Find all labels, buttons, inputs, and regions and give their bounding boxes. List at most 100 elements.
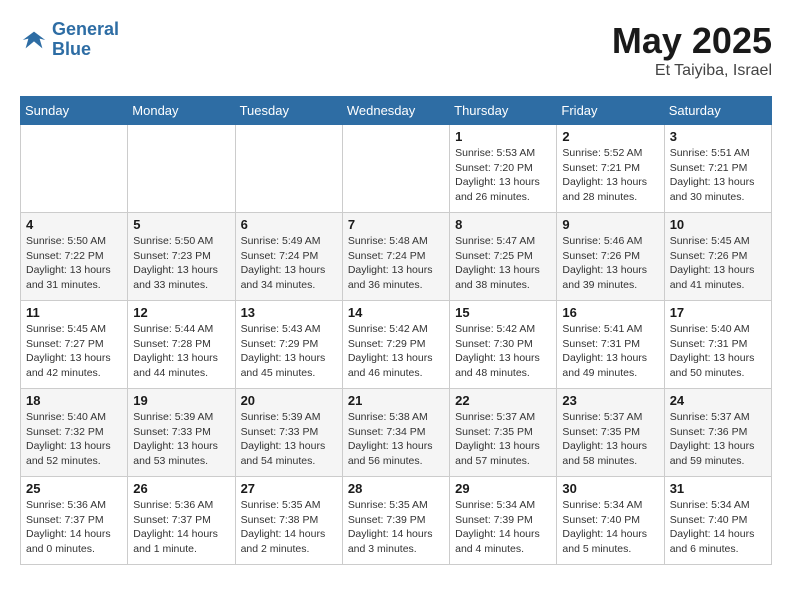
day-info: Sunrise: 5:37 AM Sunset: 7:35 PM Dayligh… xyxy=(455,410,551,469)
logo-text: General Blue xyxy=(52,20,119,60)
day-number: 28 xyxy=(348,481,444,496)
calendar-cell: 5 Sunrise: 5:50 AM Sunset: 7:23 PM Daylig… xyxy=(128,213,235,301)
calendar-cell: 19 Sunrise: 5:39 AM Sunset: 7:33 PM Dayli… xyxy=(128,389,235,477)
calendar-cell: 14 Sunrise: 5:42 AM Sunset: 7:29 PM Dayli… xyxy=(342,301,449,389)
day-info: Sunrise: 5:52 AM Sunset: 7:21 PM Dayligh… xyxy=(562,146,658,205)
day-number: 21 xyxy=(348,393,444,408)
logo-line1: General xyxy=(52,19,119,39)
day-info: Sunrise: 5:49 AM Sunset: 7:24 PM Dayligh… xyxy=(241,234,337,293)
calendar-week-row: 11Sunrise: 5:45 AM Sunset: 7:27 PM Dayli… xyxy=(21,301,772,389)
day-info: Sunrise: 5:34 AM Sunset: 7:40 PM Dayligh… xyxy=(670,498,766,557)
day-number: 27 xyxy=(241,481,337,496)
day-info: Sunrise: 5:42 AM Sunset: 7:29 PM Dayligh… xyxy=(348,322,444,381)
day-info: Sunrise: 5:37 AM Sunset: 7:35 PM Dayligh… xyxy=(562,410,658,469)
calendar-cell: 8Sunrise: 5:47 AM Sunset: 7:25 PM Daylig… xyxy=(450,213,557,301)
calendar-cell xyxy=(128,125,235,213)
calendar-cell: 22 Sunrise: 5:37 AM Sunset: 7:35 PM Dayli… xyxy=(450,389,557,477)
day-number: 19 xyxy=(133,393,229,408)
calendar-week-row: 1 Sunrise: 5:53 AM Sunset: 7:20 PM Daylig… xyxy=(21,125,772,213)
day-number: 16 xyxy=(562,305,658,320)
calendar-cell: 9 Sunrise: 5:46 AM Sunset: 7:26 PM Daylig… xyxy=(557,213,664,301)
title-block: May 2025 Et Taiyiba, Israel xyxy=(612,20,772,80)
calendar-table: SundayMondayTuesdayWednesdayThursdayFrid… xyxy=(20,96,772,565)
calendar-cell: 7 Sunrise: 5:48 AM Sunset: 7:24 PM Daylig… xyxy=(342,213,449,301)
day-number: 25 xyxy=(26,481,122,496)
day-number: 7 xyxy=(348,217,444,232)
day-info: Sunrise: 5:34 AM Sunset: 7:40 PM Dayligh… xyxy=(562,498,658,557)
day-info: Sunrise: 5:42 AM Sunset: 7:30 PM Dayligh… xyxy=(455,322,551,381)
calendar-cell: 6 Sunrise: 5:49 AM Sunset: 7:24 PM Daylig… xyxy=(235,213,342,301)
day-info: Sunrise: 5:36 AM Sunset: 7:37 PM Dayligh… xyxy=(26,498,122,557)
calendar-cell: 2 Sunrise: 5:52 AM Sunset: 7:21 PM Daylig… xyxy=(557,125,664,213)
day-number: 24 xyxy=(670,393,766,408)
day-number: 17 xyxy=(670,305,766,320)
logo-line2: Blue xyxy=(52,39,91,59)
calendar-cell: 4Sunrise: 5:50 AM Sunset: 7:22 PM Daylig… xyxy=(21,213,128,301)
calendar-header-row: SundayMondayTuesdayWednesdayThursdayFrid… xyxy=(21,97,772,125)
calendar-cell: 21Sunrise: 5:38 AM Sunset: 7:34 PM Dayli… xyxy=(342,389,449,477)
day-number: 10 xyxy=(670,217,766,232)
day-info: Sunrise: 5:39 AM Sunset: 7:33 PM Dayligh… xyxy=(133,410,229,469)
day-header-saturday: Saturday xyxy=(664,97,771,125)
day-header-thursday: Thursday xyxy=(450,97,557,125)
day-info: Sunrise: 5:36 AM Sunset: 7:37 PM Dayligh… xyxy=(133,498,229,557)
calendar-cell: 11Sunrise: 5:45 AM Sunset: 7:27 PM Dayli… xyxy=(21,301,128,389)
calendar-cell: 18 Sunrise: 5:40 AM Sunset: 7:32 PM Dayli… xyxy=(21,389,128,477)
day-number: 30 xyxy=(562,481,658,496)
day-info: Sunrise: 5:44 AM Sunset: 7:28 PM Dayligh… xyxy=(133,322,229,381)
day-info: Sunrise: 5:47 AM Sunset: 7:25 PM Dayligh… xyxy=(455,234,551,293)
day-info: Sunrise: 5:37 AM Sunset: 7:36 PM Dayligh… xyxy=(670,410,766,469)
day-number: 1 xyxy=(455,129,551,144)
calendar-cell: 1 Sunrise: 5:53 AM Sunset: 7:20 PM Daylig… xyxy=(450,125,557,213)
day-header-sunday: Sunday xyxy=(21,97,128,125)
logo: General Blue xyxy=(20,20,119,60)
calendar-cell xyxy=(21,125,128,213)
day-number: 3 xyxy=(670,129,766,144)
calendar-cell: 29 Sunrise: 5:34 AM Sunset: 7:39 PM Dayli… xyxy=(450,477,557,565)
day-number: 13 xyxy=(241,305,337,320)
calendar-week-row: 18 Sunrise: 5:40 AM Sunset: 7:32 PM Dayli… xyxy=(21,389,772,477)
day-info: Sunrise: 5:53 AM Sunset: 7:20 PM Dayligh… xyxy=(455,146,551,205)
day-info: Sunrise: 5:50 AM Sunset: 7:22 PM Dayligh… xyxy=(26,234,122,293)
calendar-cell: 30 Sunrise: 5:34 AM Sunset: 7:40 PM Dayli… xyxy=(557,477,664,565)
calendar-cell: 25 Sunrise: 5:36 AM Sunset: 7:37 PM Dayli… xyxy=(21,477,128,565)
day-number: 5 xyxy=(133,217,229,232)
day-number: 9 xyxy=(562,217,658,232)
calendar-week-row: 4Sunrise: 5:50 AM Sunset: 7:22 PM Daylig… xyxy=(21,213,772,301)
day-info: Sunrise: 5:50 AM Sunset: 7:23 PM Dayligh… xyxy=(133,234,229,293)
day-header-tuesday: Tuesday xyxy=(235,97,342,125)
day-number: 14 xyxy=(348,305,444,320)
calendar-cell xyxy=(235,125,342,213)
day-info: Sunrise: 5:35 AM Sunset: 7:39 PM Dayligh… xyxy=(348,498,444,557)
day-info: Sunrise: 5:41 AM Sunset: 7:31 PM Dayligh… xyxy=(562,322,658,381)
day-number: 6 xyxy=(241,217,337,232)
day-info: Sunrise: 5:43 AM Sunset: 7:29 PM Dayligh… xyxy=(241,322,337,381)
calendar-cell: 24 Sunrise: 5:37 AM Sunset: 7:36 PM Dayli… xyxy=(664,389,771,477)
day-number: 23 xyxy=(562,393,658,408)
location: Et Taiyiba, Israel xyxy=(612,62,772,80)
day-number: 22 xyxy=(455,393,551,408)
calendar-cell: 10 Sunrise: 5:45 AM Sunset: 7:26 PM Dayli… xyxy=(664,213,771,301)
day-number: 29 xyxy=(455,481,551,496)
calendar-cell: 31Sunrise: 5:34 AM Sunset: 7:40 PM Dayli… xyxy=(664,477,771,565)
day-info: Sunrise: 5:34 AM Sunset: 7:39 PM Dayligh… xyxy=(455,498,551,557)
day-number: 12 xyxy=(133,305,229,320)
day-number: 18 xyxy=(26,393,122,408)
calendar-cell xyxy=(342,125,449,213)
calendar-cell: 12 Sunrise: 5:44 AM Sunset: 7:28 PM Dayli… xyxy=(128,301,235,389)
day-header-wednesday: Wednesday xyxy=(342,97,449,125)
day-info: Sunrise: 5:40 AM Sunset: 7:32 PM Dayligh… xyxy=(26,410,122,469)
day-info: Sunrise: 5:46 AM Sunset: 7:26 PM Dayligh… xyxy=(562,234,658,293)
calendar-cell: 28 Sunrise: 5:35 AM Sunset: 7:39 PM Dayli… xyxy=(342,477,449,565)
calendar-cell: 20Sunrise: 5:39 AM Sunset: 7:33 PM Dayli… xyxy=(235,389,342,477)
calendar-cell: 27Sunrise: 5:35 AM Sunset: 7:38 PM Dayli… xyxy=(235,477,342,565)
day-info: Sunrise: 5:40 AM Sunset: 7:31 PM Dayligh… xyxy=(670,322,766,381)
day-info: Sunrise: 5:48 AM Sunset: 7:24 PM Dayligh… xyxy=(348,234,444,293)
day-info: Sunrise: 5:45 AM Sunset: 7:26 PM Dayligh… xyxy=(670,234,766,293)
day-number: 26 xyxy=(133,481,229,496)
page-header: General Blue May 2025 Et Taiyiba, Israel xyxy=(20,20,772,80)
day-number: 2 xyxy=(562,129,658,144)
day-number: 15 xyxy=(455,305,551,320)
logo-icon xyxy=(20,26,48,54)
day-number: 20 xyxy=(241,393,337,408)
